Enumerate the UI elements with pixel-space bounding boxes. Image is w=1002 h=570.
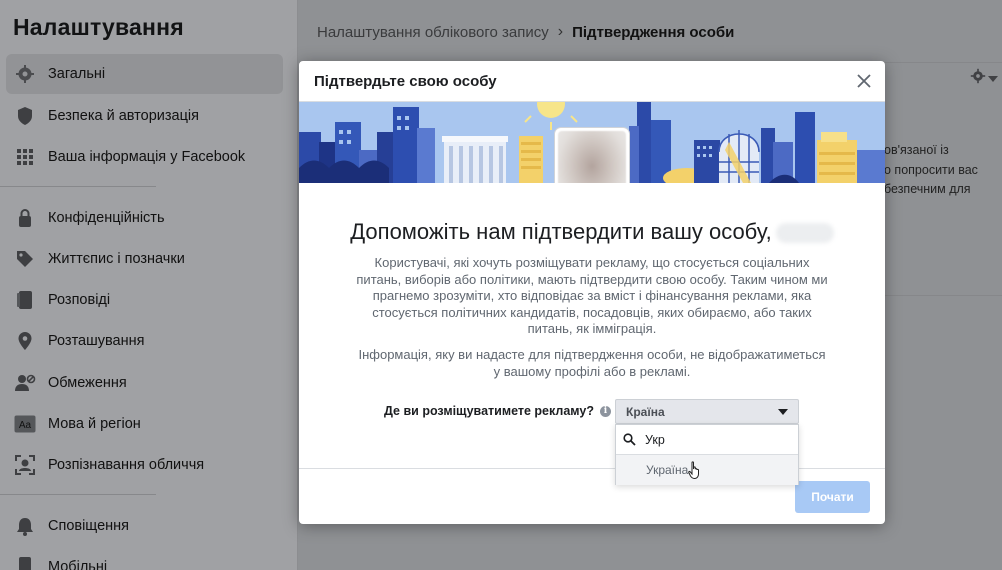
- dialog-headline: Допоможіть нам підтвердити вашу особу,: [299, 219, 885, 245]
- background-text: о попросити вас: [884, 163, 978, 177]
- close-icon: [857, 74, 871, 88]
- bell-icon: [14, 515, 36, 537]
- shield-icon: [14, 105, 36, 127]
- sidebar-item-label: Сповіщення: [48, 518, 130, 534]
- dropdown-search: [616, 425, 798, 455]
- start-button[interactable]: Почати: [795, 481, 870, 513]
- sidebar-item-label: Життєпис і позначки: [48, 251, 185, 267]
- sidebar-item-timeline-tagging[interactable]: Життєпис і позначки: [6, 239, 283, 279]
- sidebar-item-label: Конфіденційність: [48, 210, 165, 226]
- sidebar-item-label: Розташування: [48, 333, 145, 349]
- sidebar-item-stories[interactable]: Розповіді: [6, 280, 283, 320]
- sidebar-item-label: Ваша інформація у Facebook: [48, 149, 246, 165]
- book-icon: [14, 289, 36, 311]
- language-icon: Aa: [14, 413, 36, 435]
- sidebar-title: Налаштування: [13, 14, 184, 40]
- sidebar-divider: [0, 186, 156, 187]
- sidebar-item-your-info[interactable]: Ваша інформація у Facebook: [6, 137, 283, 177]
- country-search-input[interactable]: [645, 432, 785, 447]
- tag-icon: [14, 248, 36, 270]
- sidebar-item-security[interactable]: Безпека й авторизація: [6, 96, 283, 136]
- country-select[interactable]: Країна: [615, 399, 799, 424]
- breadcrumb-current: Підтвердження особи: [572, 23, 735, 41]
- sidebar-item-label: Розпізнавання обличчя: [48, 457, 205, 473]
- location-pin-icon: [14, 330, 36, 352]
- chevron-down-icon: [778, 409, 788, 415]
- sidebar-item-label: Загальні: [48, 66, 106, 82]
- city-illustration-banner: [299, 102, 885, 183]
- grid-icon: [14, 146, 36, 168]
- ad-location-question: Де ви розміщуватимете рекламу? i: [384, 404, 611, 418]
- background-text: ов'язаної із: [884, 143, 949, 157]
- gear-icon: [970, 68, 986, 89]
- close-button[interactable]: [853, 70, 875, 92]
- sidebar-item-notifications[interactable]: Сповіщення: [6, 506, 283, 546]
- sidebar-item-mobile[interactable]: Мобільні: [6, 547, 283, 570]
- sidebar-item-label: Мобільні: [48, 559, 108, 570]
- search-icon: [623, 433, 636, 446]
- sidebar-divider: [0, 494, 156, 495]
- blurred-user-name: [775, 223, 834, 244]
- lock-icon: [14, 207, 36, 229]
- dialog-title: Підтвердьте свою особу: [314, 72, 497, 90]
- chevron-down-icon: [988, 70, 998, 88]
- breadcrumb-parent-link[interactable]: Налаштування облікового запису: [317, 24, 549, 41]
- sidebar-item-face-recognition[interactable]: Розпізнавання обличчя: [6, 445, 283, 485]
- description-paragraph: Користувачі, які хочуть розміщувати рекл…: [356, 255, 828, 336]
- sidebar-item-privacy[interactable]: Конфіденційність: [6, 198, 283, 238]
- sidebar-item-location[interactable]: Розташування: [6, 321, 283, 361]
- section-divider: [884, 295, 1002, 296]
- breadcrumb-separator: ›: [557, 23, 564, 40]
- dialog-header: Підтвердьте свою особу: [299, 61, 885, 102]
- info-icon[interactable]: i: [599, 405, 611, 417]
- country-select-value: Країна: [626, 404, 665, 419]
- sidebar-item-blocking[interactable]: Обмеження: [6, 363, 283, 403]
- sidebar-item-label: Безпека й авторизація: [48, 108, 199, 124]
- settings-sidebar: Налаштування Загальні Безпека й авториза…: [0, 0, 298, 570]
- headline-text: Допоможіть нам підтвердити вашу особу,: [350, 219, 772, 244]
- country-option-ukraine[interactable]: Україна: [616, 455, 798, 485]
- face-recognition-icon: [14, 454, 36, 476]
- svg-text:Aa: Aa: [19, 420, 32, 431]
- sidebar-item-label: Розповіді: [48, 292, 111, 308]
- option-label: Україна: [646, 463, 689, 477]
- hand-cursor-icon: [688, 461, 699, 480]
- phone-icon: [14, 556, 36, 570]
- profile-photo: [555, 128, 629, 183]
- sidebar-item-general[interactable]: Загальні: [6, 54, 283, 94]
- gear-icon: [14, 63, 36, 85]
- question-text: Де ви розміщуватимете рекламу?: [384, 404, 594, 418]
- country-dropdown: Україна: [615, 424, 799, 485]
- settings-gear-menu[interactable]: [970, 68, 998, 89]
- identity-confirmation-dialog: Підтвердьте свою особу Допоможіть нам пі…: [299, 61, 885, 524]
- sidebar-item-label: Мова й регіон: [48, 416, 141, 432]
- background-text: безпечним для: [884, 182, 971, 196]
- privacy-note-paragraph: Інформація, яку ви надасте для підтвердж…: [358, 347, 826, 379]
- sidebar-item-label: Обмеження: [48, 375, 127, 391]
- person-block-icon: [14, 372, 36, 394]
- sidebar-item-language-region[interactable]: Aa Мова й регіон: [6, 404, 283, 444]
- breadcrumb: Налаштування облікового запису › Підтвер…: [317, 23, 734, 41]
